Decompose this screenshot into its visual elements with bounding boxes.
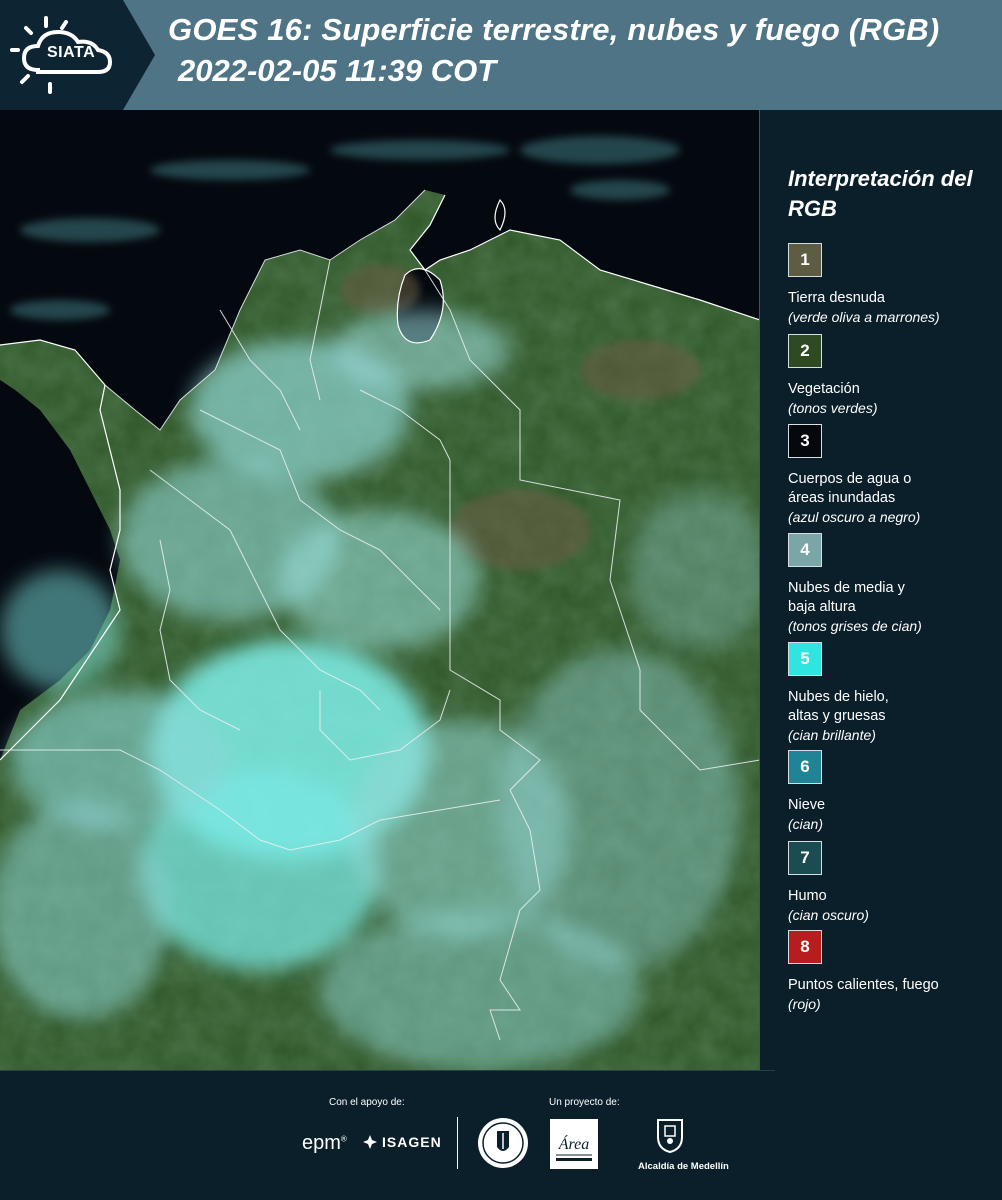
epm-logo-text: epm bbox=[302, 1132, 341, 1154]
area-logo-mark: Área bbox=[556, 1134, 592, 1161]
logo-text: SIATA bbox=[47, 44, 96, 61]
legend-swatch-1: 1 bbox=[788, 243, 822, 277]
legend-number: 2 bbox=[800, 341, 810, 360]
legend-item-tierra-desnuda: 1 Tierra desnuda (verde oliva a marrones… bbox=[788, 243, 1000, 327]
legend-label: Tierra desnuda bbox=[788, 290, 885, 306]
legend-number: 1 bbox=[800, 250, 810, 269]
legend-number: 5 bbox=[800, 649, 810, 668]
legend-swatch-7: 7 bbox=[788, 841, 822, 875]
legend-label: Humo bbox=[788, 888, 827, 904]
legend-desc: (cian) bbox=[788, 816, 824, 832]
footer-separator bbox=[457, 1117, 458, 1169]
legend-swatch-3: 3 bbox=[788, 424, 822, 458]
legend-item-nieve: 6 Nieve (cian) bbox=[788, 750, 1000, 834]
legend-swatch-6: 6 bbox=[788, 750, 822, 784]
siata-logo: SIATA bbox=[0, 0, 155, 110]
university-seal-icon bbox=[478, 1118, 528, 1168]
legend-swatch-4: 4 bbox=[788, 533, 822, 567]
legend-desc: (verde oliva a marrones) bbox=[788, 309, 940, 325]
alcaldia-label: Alcaldía de Medellín bbox=[638, 1161, 729, 1172]
legend-item-cuerpos-de-agua: 3 Cuerpos de agua o áreas inundadas (azu… bbox=[788, 424, 1000, 527]
footer-divider bbox=[0, 1070, 775, 1071]
legend-desc: (cian oscuro) bbox=[788, 907, 869, 923]
coat-of-arms-icon bbox=[657, 1119, 683, 1154]
legend-desc: (cian brillante) bbox=[788, 727, 876, 743]
legend-swatch-5: 5 bbox=[788, 642, 822, 676]
legend-label: Nubes de hielo, altas y gruesas bbox=[788, 689, 889, 724]
legend-desc: (azul oscuro a negro) bbox=[788, 509, 921, 525]
alcaldia-logo: Alcaldía de Medellín bbox=[638, 1117, 729, 1172]
satellite-map bbox=[0, 110, 760, 1070]
legend-desc: (rojo) bbox=[788, 996, 821, 1012]
legend-item-nubes-hielo: 5 Nubes de hielo, altas y gruesas (cian … bbox=[788, 642, 1000, 745]
legend-number: 7 bbox=[800, 848, 810, 867]
legend-number: 8 bbox=[800, 937, 810, 956]
legend-swatch-2: 2 bbox=[788, 334, 822, 368]
legend-item-nubes-media: 4 Nubes de media y baja altura (tonos gr… bbox=[788, 533, 1000, 636]
support-label: Con el apoyo de: bbox=[329, 1097, 405, 1108]
legend-title: Interpretación del RGB bbox=[788, 166, 973, 221]
legend-label: Nieve bbox=[788, 797, 826, 813]
legend-number: 3 bbox=[800, 431, 810, 450]
isagen-logo: ISAGEN bbox=[362, 1134, 442, 1150]
legend-number: 4 bbox=[800, 540, 810, 559]
legend-desc: (tonos grises de cian) bbox=[788, 618, 922, 634]
legend-label: Cuerpos de agua o áreas inundadas bbox=[788, 471, 912, 506]
area-logo-text: Área bbox=[558, 1134, 590, 1153]
legend-label: Nubes de media y baja altura bbox=[788, 580, 905, 615]
legend-panel: Interpretación del RGB 1 Tierra desnuda … bbox=[760, 110, 1002, 1070]
footer: Con el apoyo de: Un proyecto de: epm® IS… bbox=[0, 1070, 1002, 1200]
epm-logo: epm® bbox=[302, 1132, 347, 1154]
legend-item-fuego: 8 Puntos calientes, fuego (rojo) bbox=[788, 930, 1000, 1014]
header-bar: SIATA GOES 16: Superficie terrestre, nub… bbox=[0, 0, 1002, 110]
legend-label: Puntos calientes, fuego bbox=[788, 977, 939, 993]
legend-swatch-8: 8 bbox=[788, 930, 822, 964]
legend-label: Vegetación bbox=[788, 381, 860, 397]
datetime-label: 2022-02-05 11:39 COT bbox=[178, 53, 497, 88]
legend-number: 6 bbox=[800, 757, 810, 776]
legend-desc: (tonos verdes) bbox=[788, 400, 878, 416]
legend-item-vegetacion: 2 Vegetación (tonos verdes) bbox=[788, 334, 1000, 418]
map-image bbox=[0, 110, 760, 1070]
legend-item-humo: 7 Humo (cian oscuro) bbox=[788, 841, 1000, 925]
isagen-logo-text: ISAGEN bbox=[382, 1134, 442, 1150]
page-title: GOES 16: Superficie terrestre, nubes y f… bbox=[168, 12, 940, 47]
isagen-icon bbox=[363, 1135, 377, 1149]
project-label: Un proyecto de: bbox=[549, 1097, 620, 1108]
area-metropolitana-logo: Área bbox=[550, 1119, 598, 1169]
